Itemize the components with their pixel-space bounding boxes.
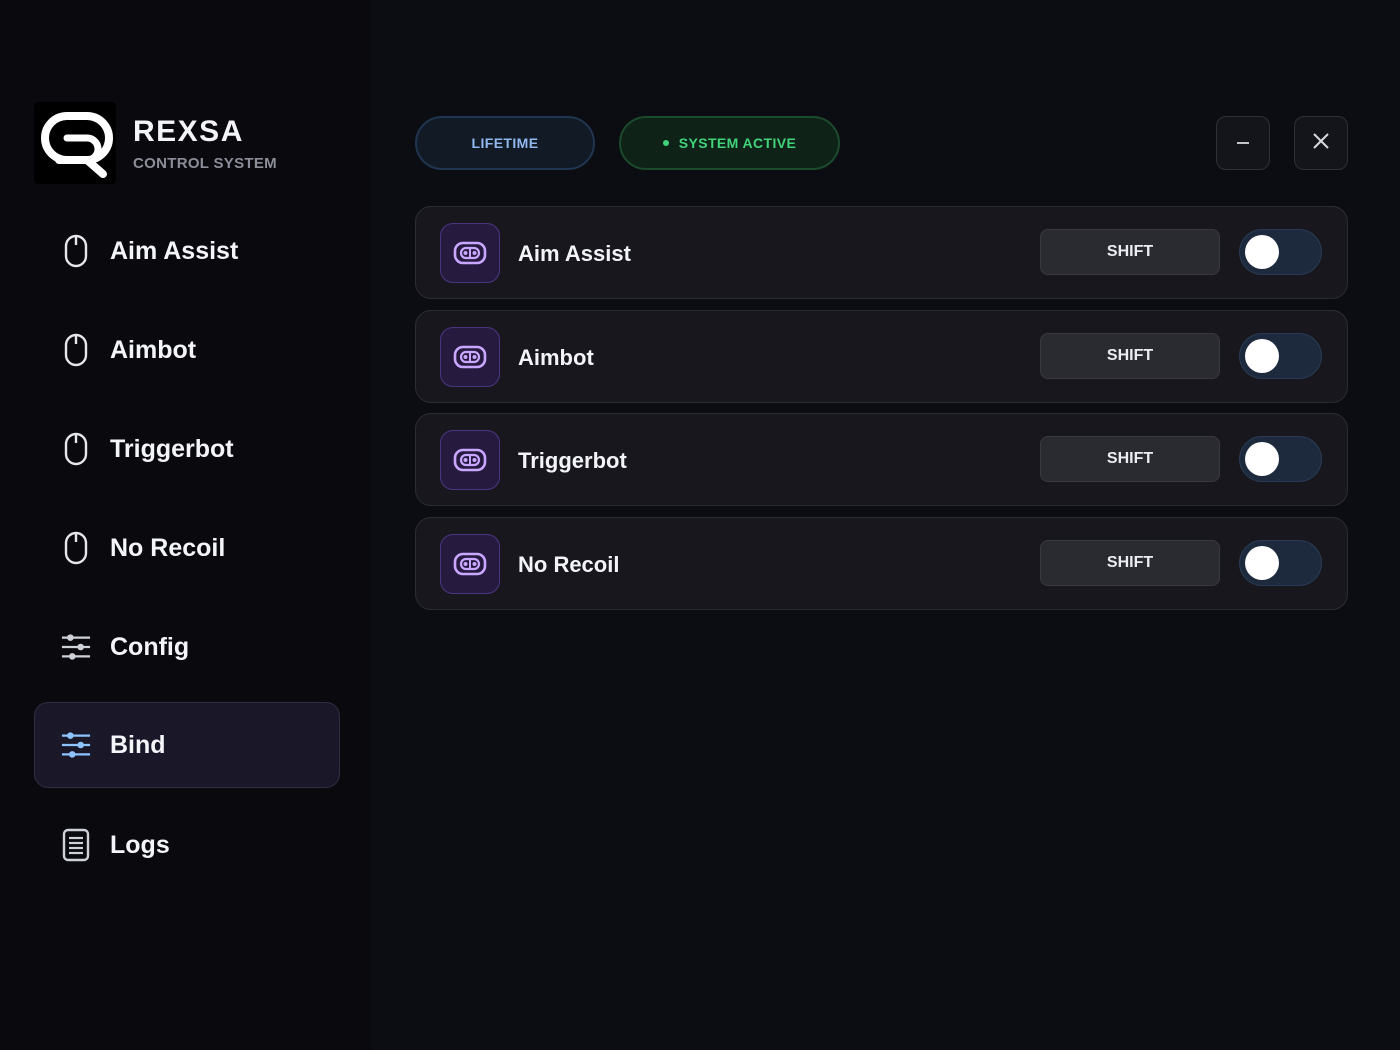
app-window: REXSA CONTROL SYSTEM Aim Assist Aimbot T… <box>0 0 1400 1050</box>
status-dot-icon <box>662 140 669 146</box>
status-badge: SYSTEM ACTIVE <box>619 116 840 170</box>
sidebar-item-label: Bind <box>110 730 166 759</box>
license-label: LIFETIME <box>471 135 539 151</box>
toggle-knob <box>1245 546 1279 580</box>
feature-toggle[interactable] <box>1239 540 1322 586</box>
brand-subtitle: CONTROL SYSTEM <box>133 154 277 172</box>
feature-card-aim-assist: Aim Assist SHIFT <box>415 206 1348 299</box>
sidebar-item-label: Logs <box>110 830 170 859</box>
feature-label: No Recoil <box>518 552 620 577</box>
keybind-button[interactable]: SHIFT <box>1040 436 1220 482</box>
sidebar-item-no-recoil[interactable]: No Recoil <box>34 505 340 591</box>
document-icon <box>61 826 91 864</box>
sidebar-item-label: Triggerbot <box>110 434 234 463</box>
feature-card-triggerbot: Triggerbot SHIFT <box>415 413 1348 506</box>
feature-card-no-recoil: No Recoil SHIFT <box>415 517 1348 610</box>
minimize-icon <box>1236 134 1250 153</box>
feature-label: Aimbot <box>518 345 594 370</box>
brand: REXSA CONTROL SYSTEM <box>34 102 277 184</box>
feature-toggle[interactable] <box>1239 229 1322 275</box>
feature-toggle[interactable] <box>1239 333 1322 379</box>
sidebar-item-triggerbot[interactable]: Triggerbot <box>34 406 340 492</box>
sliders-icon <box>61 628 91 666</box>
gamepad-icon <box>440 534 500 594</box>
close-icon <box>1312 132 1330 155</box>
sliders-icon <box>61 726 91 764</box>
keybind-button[interactable]: SHIFT <box>1040 333 1220 379</box>
sidebar-item-logs[interactable]: Logs <box>34 802 340 888</box>
rexsa-logo-icon <box>34 102 116 184</box>
brand-title: REXSA <box>133 114 244 148</box>
keybind-button[interactable]: SHIFT <box>1040 540 1220 586</box>
sidebar-item-aim-assist[interactable]: Aim Assist <box>34 208 340 294</box>
close-button[interactable] <box>1294 116 1348 170</box>
license-badge: LIFETIME <box>415 116 595 170</box>
feature-toggle[interactable] <box>1239 436 1322 482</box>
feature-card-aimbot: Aimbot SHIFT <box>415 310 1348 403</box>
keybind-button[interactable]: SHIFT <box>1040 229 1220 275</box>
toggle-knob <box>1245 235 1279 269</box>
sidebar-item-label: Aimbot <box>110 335 197 364</box>
gamepad-icon <box>440 223 500 283</box>
feature-label: Aim Assist <box>518 241 631 266</box>
toggle-knob <box>1245 339 1279 373</box>
toggle-knob <box>1245 442 1279 476</box>
mouse-icon <box>61 529 91 567</box>
mouse-icon <box>61 331 91 369</box>
sidebar-item-label: No Recoil <box>110 533 226 562</box>
feature-label: Triggerbot <box>518 448 627 473</box>
status-label: SYSTEM ACTIVE <box>678 135 797 151</box>
sidebar: REXSA CONTROL SYSTEM Aim Assist Aimbot T… <box>0 0 370 1050</box>
gamepad-icon <box>440 327 500 387</box>
mouse-icon <box>61 232 91 270</box>
sidebar-item-label: Config <box>110 632 190 661</box>
gamepad-icon <box>440 430 500 490</box>
sidebar-item-label: Aim Assist <box>110 236 239 265</box>
sidebar-item-bind[interactable]: Bind <box>34 702 340 788</box>
sidebar-item-aimbot[interactable]: Aimbot <box>34 307 340 393</box>
minimize-button[interactable] <box>1216 116 1270 170</box>
mouse-icon <box>61 430 91 468</box>
sidebar-item-config[interactable]: Config <box>34 604 340 690</box>
